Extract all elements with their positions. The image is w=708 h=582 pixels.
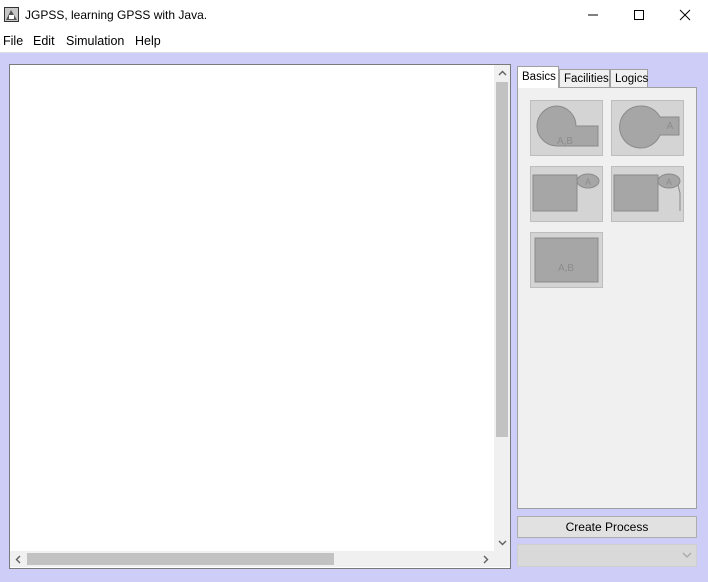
scroll-right-button[interactable] (478, 551, 494, 567)
chevron-up-icon (498, 70, 506, 76)
circle-tab-icon: A,B (536, 105, 599, 147)
seize-block-text: A (585, 177, 591, 187)
rect-oval-icon: A (613, 173, 681, 212)
menu-simulation[interactable]: Simulation (66, 34, 124, 48)
tab-facilities-label: Facilities (564, 73, 609, 85)
process-select[interactable] (517, 544, 697, 567)
tab-facilities[interactable]: Facilities (559, 69, 610, 87)
close-icon (679, 9, 691, 21)
terminate-block-text: A (667, 121, 674, 132)
vertical-scroll-thumb[interactable] (496, 82, 508, 437)
advance-block[interactable]: A,B (530, 232, 603, 288)
horizontal-scrollbar[interactable] (10, 551, 494, 567)
tab-logics-label: Logics (615, 73, 649, 85)
tab-basics-label: Basics (522, 71, 556, 83)
client-area: Basics Facilities Logics A,B A A A A,B C… (0, 53, 708, 582)
horizontal-scroll-thumb[interactable] (27, 553, 334, 565)
chevron-down-icon (498, 540, 506, 546)
advance-block-text: A,B (558, 263, 574, 274)
maximize-icon (634, 10, 644, 20)
app-icon (4, 7, 19, 22)
scroll-up-button[interactable] (494, 65, 510, 81)
window-title: JGPSS, learning GPSS with Java. (25, 8, 208, 22)
menu-help[interactable]: Help (135, 34, 161, 48)
seize-block[interactable]: A (530, 166, 603, 222)
generate-block-text: A,B (557, 136, 573, 147)
create-process-label: Create Process (565, 520, 649, 534)
rect-oval-icon: A (532, 173, 600, 212)
title-bar: JGPSS, learning GPSS with Java. (0, 0, 708, 30)
minimize-icon (588, 14, 598, 16)
vertical-scrollbar[interactable] (494, 65, 510, 551)
maximize-button[interactable] (616, 0, 662, 30)
chevron-left-icon (15, 555, 21, 563)
circle-tab-icon: A (619, 105, 680, 149)
chevron-down-icon (682, 552, 692, 558)
block-palette: A,B A A A A,B (517, 87, 697, 509)
menu-file[interactable]: File (3, 34, 23, 48)
chevron-right-icon (483, 555, 489, 563)
scroll-corner (494, 551, 510, 567)
terminate-block[interactable]: A (611, 100, 684, 156)
generate-block[interactable]: A,B (530, 100, 603, 156)
release-block[interactable]: A (611, 166, 684, 222)
create-process-button[interactable]: Create Process (517, 516, 697, 538)
release-block-text: A (666, 177, 672, 187)
minimize-button[interactable] (570, 0, 616, 30)
tab-basics[interactable]: Basics (517, 66, 559, 88)
tab-logics[interactable]: Logics (610, 69, 648, 87)
menu-bar: File Edit Simulation Help (0, 31, 708, 53)
close-button[interactable] (662, 0, 708, 30)
scroll-left-button[interactable] (10, 551, 26, 567)
scroll-down-button[interactable] (494, 535, 510, 551)
menu-edit[interactable]: Edit (33, 34, 55, 48)
model-canvas[interactable] (9, 64, 511, 569)
rect-icon: A,B (534, 237, 599, 283)
